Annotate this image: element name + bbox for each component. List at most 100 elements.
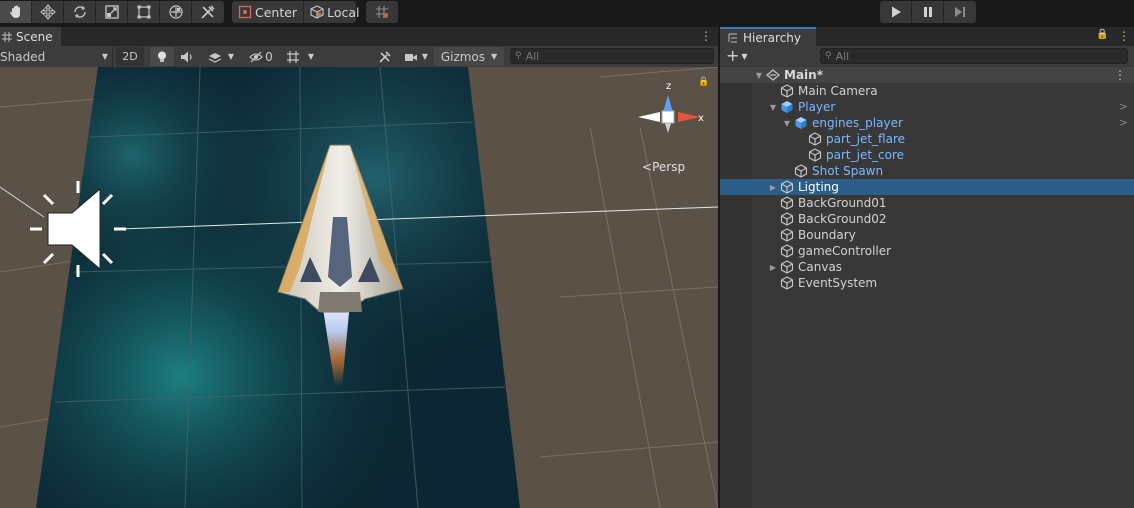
hierarchy-item[interactable]: ▼ engines_player > bbox=[720, 115, 1134, 131]
hierarchy-item[interactable]: ▶ Ligting bbox=[720, 179, 1134, 195]
scene-root-row[interactable]: ▼ Main* ⋮ bbox=[720, 67, 1134, 83]
hierarchy-tab-bar: Hierarchy 🔒 ⋮ bbox=[720, 27, 1134, 46]
lock-icon[interactable]: 🔒 bbox=[698, 77, 709, 87]
gameobject-cube-icon bbox=[780, 276, 794, 290]
grid-snap-button[interactable] bbox=[366, 1, 398, 23]
perspective-toggle[interactable]: <Persp bbox=[642, 160, 685, 174]
transform-tool-icon bbox=[168, 5, 183, 19]
hierarchy-tree: ▼ Main* ⋮ Main Camera ▼ Player > ▼ engines_playe… bbox=[720, 66, 1134, 508]
hierarchy-item-label: gameController bbox=[798, 244, 892, 258]
effects-dropdown[interactable]: ▼ bbox=[200, 47, 242, 66]
pivot-center-icon bbox=[238, 5, 252, 19]
scene-camera-dropdown[interactable]: ▼ bbox=[400, 47, 432, 66]
pause-button[interactable] bbox=[912, 1, 944, 23]
scene-search-placeholder: All bbox=[525, 49, 540, 63]
pivot-mode-toggle[interactable]: Center bbox=[232, 1, 303, 23]
hierarchy-item[interactable]: part_jet_flare bbox=[720, 131, 1134, 147]
hidden-objects-toggle[interactable]: 0 bbox=[246, 47, 276, 66]
hierarchy-item[interactable]: ▶ Canvas bbox=[720, 259, 1134, 275]
hierarchy-item[interactable]: BackGround01 bbox=[720, 195, 1134, 211]
scene-tools-button[interactable] bbox=[374, 47, 396, 66]
gameobject-cube-icon bbox=[794, 164, 808, 178]
scene-grid-icon bbox=[2, 31, 12, 42]
hierarchy-item-label: part_jet_flare bbox=[826, 132, 905, 146]
speaker-icon bbox=[181, 51, 192, 62]
hierarchy-item-label: Shot Spawn bbox=[812, 164, 884, 178]
scene-tab-bar: Scene ⋮ bbox=[0, 27, 718, 46]
scale-tool-icon bbox=[104, 5, 119, 19]
open-prefab-chevron-icon[interactable]: > bbox=[1119, 115, 1128, 131]
hierarchy-item[interactable]: BackGround02 bbox=[720, 211, 1134, 227]
hand-tool-button[interactable] bbox=[0, 1, 32, 23]
create-button[interactable]: + ▼ bbox=[726, 46, 748, 67]
lighting-toggle[interactable] bbox=[150, 47, 174, 66]
hierarchy-item-label: Ligting bbox=[798, 180, 839, 194]
pivot-controls: Center Local bbox=[232, 1, 359, 23]
hierarchy-item-label: Boundary bbox=[798, 228, 856, 242]
rect-tool-icon bbox=[137, 5, 150, 19]
collapse-arrow-icon[interactable]: ▶ bbox=[768, 182, 778, 192]
expand-arrow-icon[interactable]: ▼ bbox=[754, 70, 764, 80]
collapse-arrow-icon[interactable]: ▶ bbox=[768, 262, 778, 272]
scene-panel-menu-icon[interactable]: ⋮ bbox=[700, 27, 712, 46]
pivot-rotation-toggle[interactable]: Local bbox=[303, 1, 365, 23]
hierarchy-item-label: Main Camera bbox=[798, 84, 878, 98]
open-prefab-chevron-icon[interactable]: > bbox=[1119, 99, 1128, 115]
snap-group bbox=[366, 1, 398, 23]
pivot-rotation-label: Local bbox=[327, 4, 360, 20]
orientation-gizmo[interactable]: z x bbox=[630, 75, 710, 155]
dropdown-arrow-icon: ▼ bbox=[741, 51, 748, 61]
prefab-cube-icon bbox=[794, 116, 808, 130]
light-ray-line bbox=[0, 186, 45, 218]
gameobject-cube-icon bbox=[780, 212, 794, 226]
scene-viewport[interactable]: z x 🔒 <Persp bbox=[0, 67, 718, 508]
play-button[interactable] bbox=[880, 1, 912, 23]
grid-icon bbox=[286, 50, 299, 63]
scene-options-menu-icon[interactable]: ⋮ bbox=[1114, 67, 1126, 83]
tab-scene[interactable]: Scene bbox=[0, 27, 61, 46]
prefab-cube-icon bbox=[780, 100, 794, 114]
lock-icon[interactable]: 🔒 bbox=[1096, 29, 1108, 40]
grid-dropdown[interactable]: ▼ bbox=[280, 47, 320, 66]
gizmos-dropdown[interactable]: Gizmos ▼ bbox=[434, 47, 504, 66]
hierarchy-item-label: Main* bbox=[784, 68, 823, 82]
hierarchy-item[interactable]: ▼ Player > bbox=[720, 99, 1134, 115]
hierarchy-item[interactable]: Boundary bbox=[720, 227, 1134, 243]
hierarchy-item[interactable]: Main Camera bbox=[720, 83, 1134, 99]
audio-toggle[interactable] bbox=[176, 47, 198, 66]
move-tool-button[interactable] bbox=[32, 1, 64, 23]
pause-icon bbox=[923, 7, 932, 17]
rect-tool-button[interactable] bbox=[128, 1, 160, 23]
lightbulb-icon bbox=[158, 51, 166, 62]
hierarchy-item[interactable]: EventSystem bbox=[720, 275, 1134, 291]
mode-2d-label: 2D bbox=[122, 50, 138, 63]
scene-view-toolbar: Shaded ▼ 2D ▼ 0 ▼ ▼ Gizmos ▼ ⚲ All bbox=[0, 46, 718, 68]
hierarchy-item[interactable]: part_jet_core bbox=[720, 147, 1134, 163]
mode-2d-toggle[interactable]: 2D bbox=[116, 47, 144, 66]
camera-icon bbox=[404, 53, 417, 61]
expand-arrow-icon[interactable]: ▼ bbox=[768, 102, 778, 112]
search-icon: ⚲ bbox=[515, 51, 522, 61]
unity-scene-icon bbox=[766, 68, 780, 82]
custom-tools-button[interactable] bbox=[192, 1, 224, 23]
tab-hierarchy[interactable]: Hierarchy bbox=[720, 27, 816, 46]
hierarchy-tab-label: Hierarchy bbox=[743, 30, 802, 45]
scene-search-field[interactable]: ⚲ All bbox=[510, 48, 714, 64]
expand-arrow-icon[interactable]: ▼ bbox=[782, 118, 792, 128]
scale-tool-button[interactable] bbox=[96, 1, 128, 23]
rotate-tool-button[interactable] bbox=[64, 1, 96, 23]
step-button[interactable] bbox=[944, 1, 976, 23]
gameobject-cube-icon bbox=[780, 196, 794, 210]
draw-mode-value: Shaded bbox=[0, 49, 46, 64]
hierarchy-item-label: Canvas bbox=[798, 260, 843, 274]
hierarchy-list-icon bbox=[728, 33, 737, 42]
hidden-count: 0 bbox=[265, 49, 273, 64]
hierarchy-search-field[interactable]: ⚲ All bbox=[820, 48, 1128, 64]
hierarchy-menu-icon[interactable]: ⋮ bbox=[1118, 27, 1130, 46]
persp-label: Persp bbox=[652, 160, 686, 174]
transform-tool-button[interactable] bbox=[160, 1, 192, 23]
draw-mode-dropdown[interactable]: Shaded ▼ bbox=[0, 47, 113, 66]
hierarchy-item[interactable]: Shot Spawn bbox=[720, 163, 1134, 179]
plus-icon: + bbox=[726, 46, 740, 65]
hierarchy-item[interactable]: gameController bbox=[720, 243, 1134, 259]
